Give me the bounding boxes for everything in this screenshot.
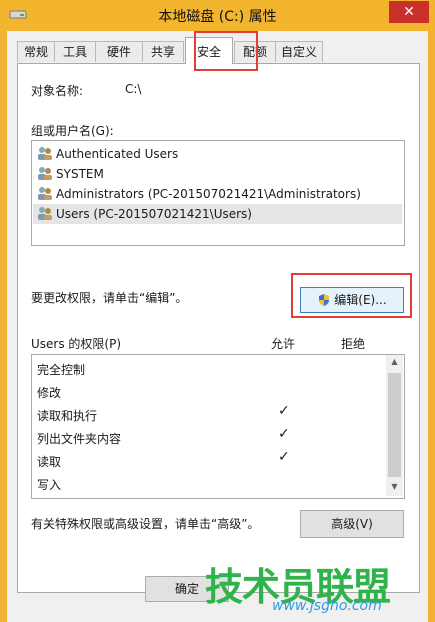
tab-tools[interactable]: 工具	[54, 41, 96, 62]
permission-row: 读取和执行	[37, 409, 98, 423]
permission-row: 完全控制	[37, 363, 86, 377]
group-name: Administrators (PC-201507021421\Administ…	[56, 187, 361, 201]
permission-row: 写入	[37, 478, 62, 492]
allow-check-icon: ✓	[278, 403, 290, 419]
edit-button-highlight	[291, 273, 412, 318]
group-users-label: 组或用户名(G):	[31, 124, 114, 138]
object-name-label: 对象名称:	[31, 84, 84, 98]
scroll-up-icon[interactable]: ▲	[386, 357, 403, 366]
users-icon	[38, 207, 52, 220]
users-icon	[38, 167, 52, 180]
window-title: 本地磁盘 (C:) 属性	[158, 9, 277, 25]
permission-row: 读取	[37, 455, 62, 469]
tab-hardware[interactable]: 硬件	[95, 41, 143, 62]
object-name-value: C:\	[125, 82, 142, 96]
advanced-button[interactable]: 高级(V)	[300, 510, 404, 538]
permission-row: 列出文件夹内容	[37, 432, 122, 446]
permissions-list[interactable]: 完全控制 修改 读取和执行 列出文件夹内容 读取 写入 ✓ ✓ ✓ ▲ ▼	[31, 354, 405, 499]
group-name: SYSTEM	[56, 167, 104, 181]
users-icon	[38, 147, 52, 160]
deny-header: 拒绝	[341, 337, 366, 351]
security-tab-highlight	[194, 31, 258, 71]
group-users-list[interactable]: Authenticated Users SYSTEM Administrator…	[31, 140, 405, 246]
properties-window: 常规 工具 硬件 共享 安全 配额 自定义 对象名称: C:\ 组或用户名(G)…	[7, 31, 428, 622]
security-panel: 对象名称: C:\ 组或用户名(G): Authenticated Users …	[17, 63, 420, 593]
close-button[interactable]: ✕	[389, 1, 429, 23]
permissions-label: Users 的权限(P)	[31, 337, 122, 351]
users-icon	[38, 187, 52, 200]
tab-customize[interactable]: 自定义	[275, 41, 323, 62]
allow-check-icon: ✓	[278, 426, 290, 442]
advanced-hint: 有关特殊权限或高级设置，请单击“高级”。	[31, 517, 260, 531]
allow-header: 允许	[271, 337, 296, 351]
scroll-down-icon[interactable]: ▼	[386, 482, 403, 491]
group-name: Users (PC-201507021421\Users)	[56, 207, 252, 221]
list-item[interactable]: Administrators (PC-201507021421\Administ…	[37, 184, 361, 204]
list-item[interactable]: SYSTEM	[37, 164, 104, 184]
title-bar: 本地磁盘 (C:) 属性 ✕	[0, 0, 435, 31]
tab-general[interactable]: 常规	[17, 41, 55, 62]
permission-row: 修改	[37, 386, 62, 400]
change-permission-hint: 要更改权限，请单击“编辑”。	[31, 291, 188, 305]
list-item[interactable]: Authenticated Users	[37, 144, 178, 164]
list-item-selected[interactable]: Users (PC-201507021421\Users)	[33, 204, 402, 224]
group-name: Authenticated Users	[56, 147, 179, 161]
tab-sharing[interactable]: 共享	[142, 41, 184, 62]
scroll-thumb[interactable]	[388, 373, 401, 477]
watermark-url: www.jsgho.com	[272, 598, 382, 614]
permissions-scrollbar[interactable]: ▲ ▼	[386, 355, 403, 496]
allow-check-icon: ✓	[278, 449, 290, 465]
